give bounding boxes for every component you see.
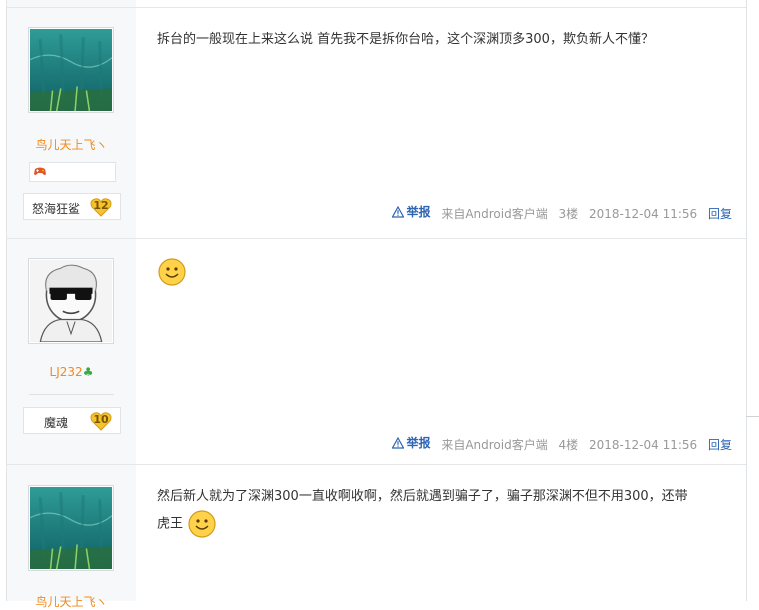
teal-forest-avatar-icon [30, 29, 112, 111]
post-meta: 举报 来自Android客户端 3楼 2018-12-04 11:56 回复 [392, 203, 732, 222]
gamepad-icon [34, 167, 46, 175]
post-floor-3: 鸟儿天上飞ヽ 怒海狂鲨 12 拆台的一般现在上来这么说 首先我不是拆你台哈，这个… [7, 8, 746, 239]
level-number: 10 [93, 413, 109, 426]
post-text-line-2: 虎王 [157, 509, 732, 539]
warning-icon [392, 205, 405, 218]
post-text: 虎王 [157, 516, 184, 532]
badge-bar [29, 162, 116, 182]
reply-link[interactable]: 回复 [708, 207, 732, 221]
author-panel: LJ232♣ 魔魂 10 [7, 239, 136, 464]
username-text: LJ232 [49, 365, 83, 379]
reply-link[interactable]: 回复 [708, 438, 732, 452]
level-heart-icon: 10 [90, 410, 112, 432]
warning-icon [392, 436, 405, 449]
username[interactable]: 鸟儿天上飞ヽ [7, 136, 136, 153]
level-badge[interactable]: 魔魂 10 [23, 407, 121, 434]
scrollbar-edge [746, 416, 759, 417]
report-label: 举报 [406, 205, 431, 219]
username[interactable]: 鸟儿天上飞ヽ [7, 593, 136, 610]
divider [29, 394, 114, 395]
level-name: 魔魂 [43, 416, 68, 430]
author-panel: 鸟儿天上飞ヽ [7, 465, 136, 609]
post-text-line-1: 然后新人就为了深渊300一直收啊收啊，然后就遇到骗子了，骗子那深渊不但不用300… [157, 489, 688, 504]
report-link[interactable]: 举报 [392, 434, 430, 451]
post-content: 然后新人就为了深渊300一直收啊收啊，然后就遇到骗子了，骗子那深渊不但不用300… [157, 485, 732, 539]
client-label: 来自Android客户端 [441, 437, 548, 452]
post-floor-5: 鸟儿天上飞ヽ 然后新人就为了深渊300一直收啊收啊，然后就遇到骗子了，骗子那深渊… [7, 465, 746, 609]
teal-forest-avatar-icon [30, 487, 112, 569]
clover-icon: ♣ [82, 365, 94, 379]
avatar[interactable] [28, 27, 114, 113]
post-floor-4: LJ232♣ 魔魂 10 举报 来自Android客户端 4楼 2018-12-… [7, 239, 746, 465]
level-badge[interactable]: 怒海狂鲨 12 [23, 193, 121, 220]
report-label: 举报 [406, 436, 431, 450]
level-name: 怒海狂鲨 [31, 202, 80, 216]
username[interactable]: LJ232♣ [7, 365, 136, 379]
client-label: 来自Android客户端 [441, 206, 548, 221]
level-number: 12 [93, 199, 109, 212]
thread-frame: 鸟儿天上飞ヽ 怒海狂鲨 12 拆台的一般现在上来这么说 首先我不是拆你台哈，这个… [6, 0, 747, 609]
level-heart-icon: 12 [90, 196, 112, 218]
post-meta: 举报 来自Android客户端 4楼 2018-12-04 11:56 回复 [392, 434, 732, 453]
avatar[interactable] [28, 258, 114, 344]
report-link[interactable]: 举报 [392, 203, 430, 220]
smiley-emoji-icon [158, 258, 186, 286]
post-content: 拆台的一般现在上来这么说 首先我不是拆你台哈，这个深渊顶多300，欺负新人不懂？ [157, 32, 654, 47]
post-time: 2018-12-04 11:56 [589, 206, 698, 221]
post-time: 2018-12-04 11:56 [589, 437, 698, 452]
author-panel: 鸟儿天上飞ヽ 怒海狂鲨 12 [7, 8, 136, 238]
floor-number: 4楼 [558, 437, 579, 452]
sunglasses-meme-avatar-icon [30, 260, 112, 342]
floor-number: 3楼 [558, 206, 579, 221]
avatar[interactable] [28, 485, 114, 571]
post-content [157, 257, 732, 287]
smiley-emoji-icon [188, 510, 216, 538]
